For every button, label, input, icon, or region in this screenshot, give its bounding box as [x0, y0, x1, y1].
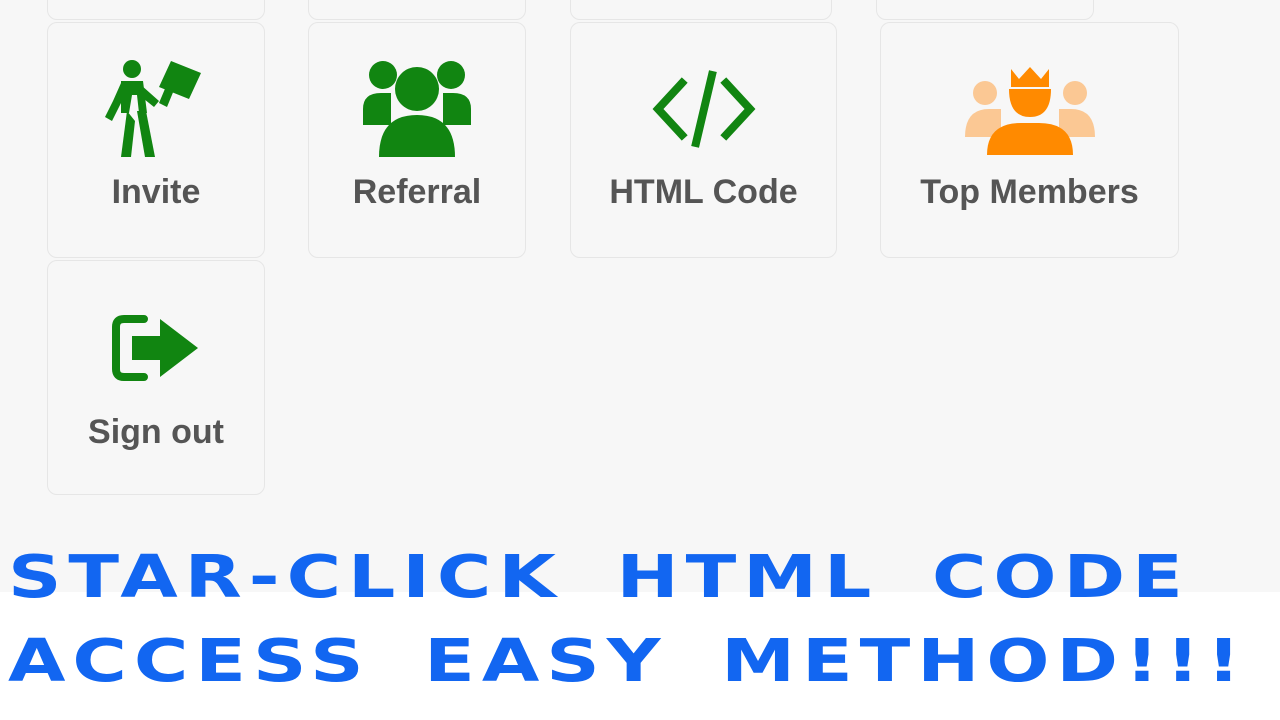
partial-tile-1[interactable] [47, 0, 265, 20]
menu-tile-invite[interactable]: Invite [47, 22, 265, 258]
menu-label-sign-out: Sign out [88, 413, 224, 451]
code-brackets-icon [571, 69, 836, 149]
menu-label-referral: Referral [352, 173, 482, 211]
partial-tile-2[interactable] [308, 0, 526, 20]
menu-tile-top-members[interactable]: Top Members [880, 22, 1179, 258]
menu-label-invite: Invite [111, 173, 201, 211]
menu-tile-referral[interactable]: Referral [308, 22, 526, 258]
menu-tile-sign-out[interactable]: Sign out [47, 260, 265, 495]
crown-members-icon [881, 63, 1178, 159]
menu-label-html-code: HTML Code [609, 173, 798, 211]
menu-tile-html-code[interactable]: HTML Code [570, 22, 837, 258]
referral-group-icon [309, 57, 525, 161]
partial-tile-4[interactable] [876, 0, 1094, 20]
headline-line-1: STAR-CLICK HTML CODE [8, 543, 1190, 612]
menu-label-top-members: Top Members [920, 173, 1139, 211]
sign-out-icon [48, 311, 264, 385]
invite-icon [48, 57, 264, 161]
headline-line-2: ACCESS EASY METHOD!!! [8, 627, 1248, 696]
partial-tile-3[interactable] [570, 0, 832, 20]
